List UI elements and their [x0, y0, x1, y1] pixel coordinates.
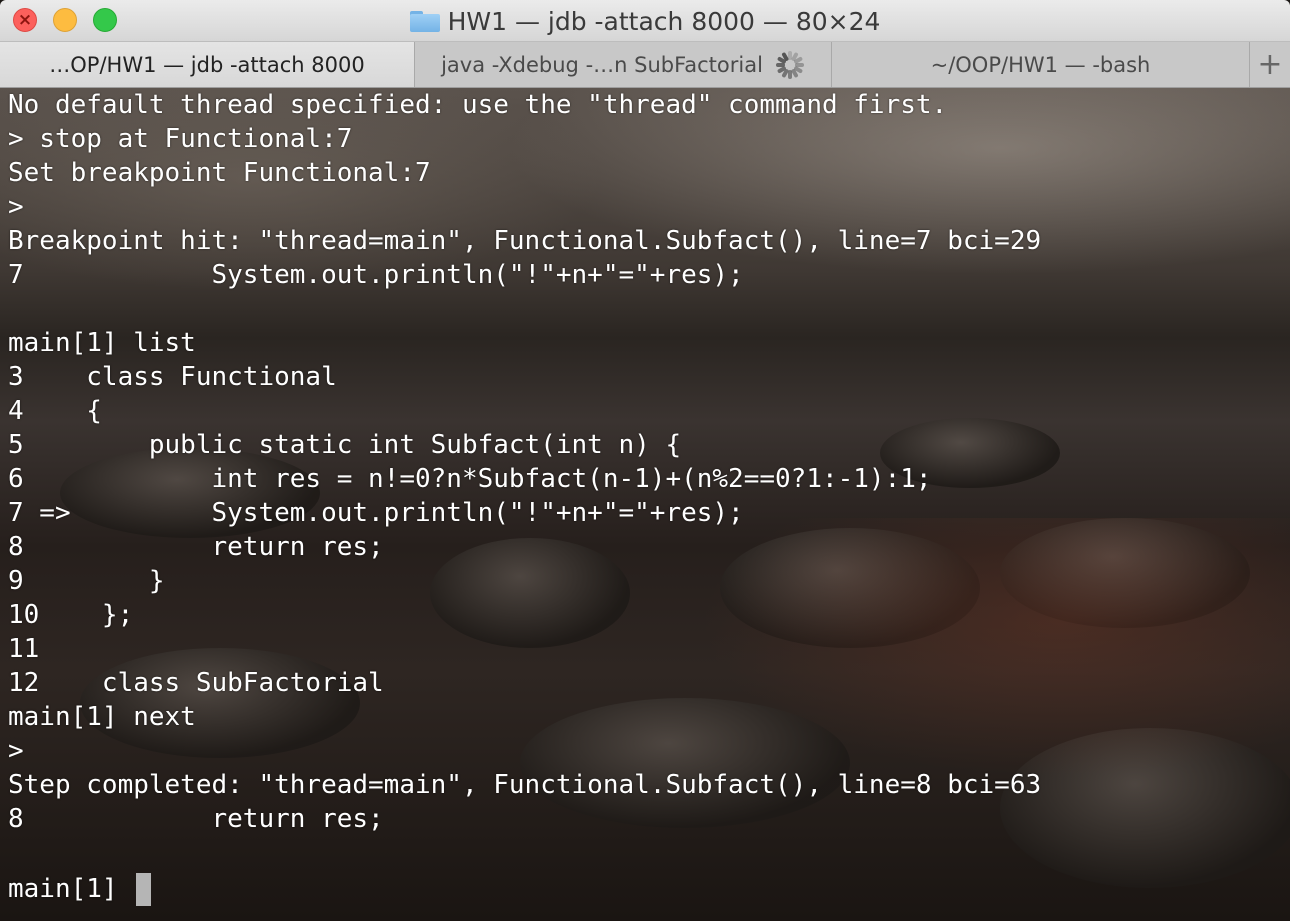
terminal-line: 3 class Functional [8, 362, 337, 392]
terminal-line: 4 { [8, 396, 102, 426]
terminal-window: × HW1 — jdb -attach 8000 — 80×24 …OP/HW1… [0, 0, 1290, 921]
tab-bash[interactable]: ~/OOP/HW1 — -bash [832, 42, 1250, 87]
terminal-line: main[1] list [8, 328, 196, 358]
terminal-line: Step completed: "thread=main", Functiona… [8, 770, 1042, 800]
tab-label: ~/OOP/HW1 — -bash [930, 52, 1151, 77]
folder-icon [409, 10, 440, 32]
new-tab-button[interactable]: + [1250, 42, 1290, 87]
tab-jdb-attach[interactable]: …OP/HW1 — jdb -attach 8000 [0, 42, 415, 87]
title-container: HW1 — jdb -attach 8000 — 80×24 [0, 0, 1290, 42]
terminal-line: 10 }; [8, 600, 134, 630]
terminal-line: 8 return res; [8, 804, 384, 834]
terminal-line: > [8, 192, 24, 222]
tab-label: …OP/HW1 — jdb -attach 8000 [49, 52, 365, 77]
window-title: HW1 — jdb -attach 8000 — 80×24 [447, 6, 881, 36]
terminal-line: 6 int res = n!=0?n*Subfact(n-1)+(n%2==0?… [8, 464, 932, 494]
terminal-line: 9 } [8, 566, 165, 596]
terminal-line: > stop at Functional:7 [8, 124, 353, 154]
terminal-line: > [8, 736, 24, 766]
terminal-line: 7 System.out.println("!"+n+"="+res); [8, 260, 744, 290]
terminal-line: Breakpoint hit: "thread=main", Functiona… [8, 226, 1042, 256]
plus-icon: + [1257, 47, 1283, 82]
terminal-lines: No default thread specified: use the "th… [8, 90, 1041, 906]
terminal-line: main[1] next [8, 702, 196, 732]
terminal-line: 7 => System.out.println("!"+n+"="+res); [8, 498, 744, 528]
text-cursor [135, 872, 151, 906]
terminal-line: 12 class SubFactorial [8, 668, 384, 698]
activity-spinner-icon [775, 50, 805, 80]
terminal-line: 5 public static int Subfact(int n) { [8, 430, 682, 460]
terminal-output[interactable]: No default thread specified: use the "th… [0, 88, 1290, 921]
tab-java-xdebug[interactable]: java -Xdebug -…n SubFactorial [415, 42, 832, 87]
terminal-line: No default thread specified: use the "th… [8, 90, 948, 120]
command-prompt[interactable]: main[1] [8, 872, 1041, 906]
terminal-line: 11 [8, 634, 40, 664]
terminal-line: Set breakpoint Functional:7 [8, 158, 431, 188]
terminal-line: 8 return res; [8, 532, 384, 562]
tab-label: java -Xdebug -…n SubFactorial [441, 52, 763, 77]
tab-bar: …OP/HW1 — jdb -attach 8000 java -Xdebug … [0, 42, 1290, 88]
title-bar[interactable]: × HW1 — jdb -attach 8000 — 80×24 [0, 0, 1290, 42]
prompt-text: main[1] [8, 874, 118, 904]
